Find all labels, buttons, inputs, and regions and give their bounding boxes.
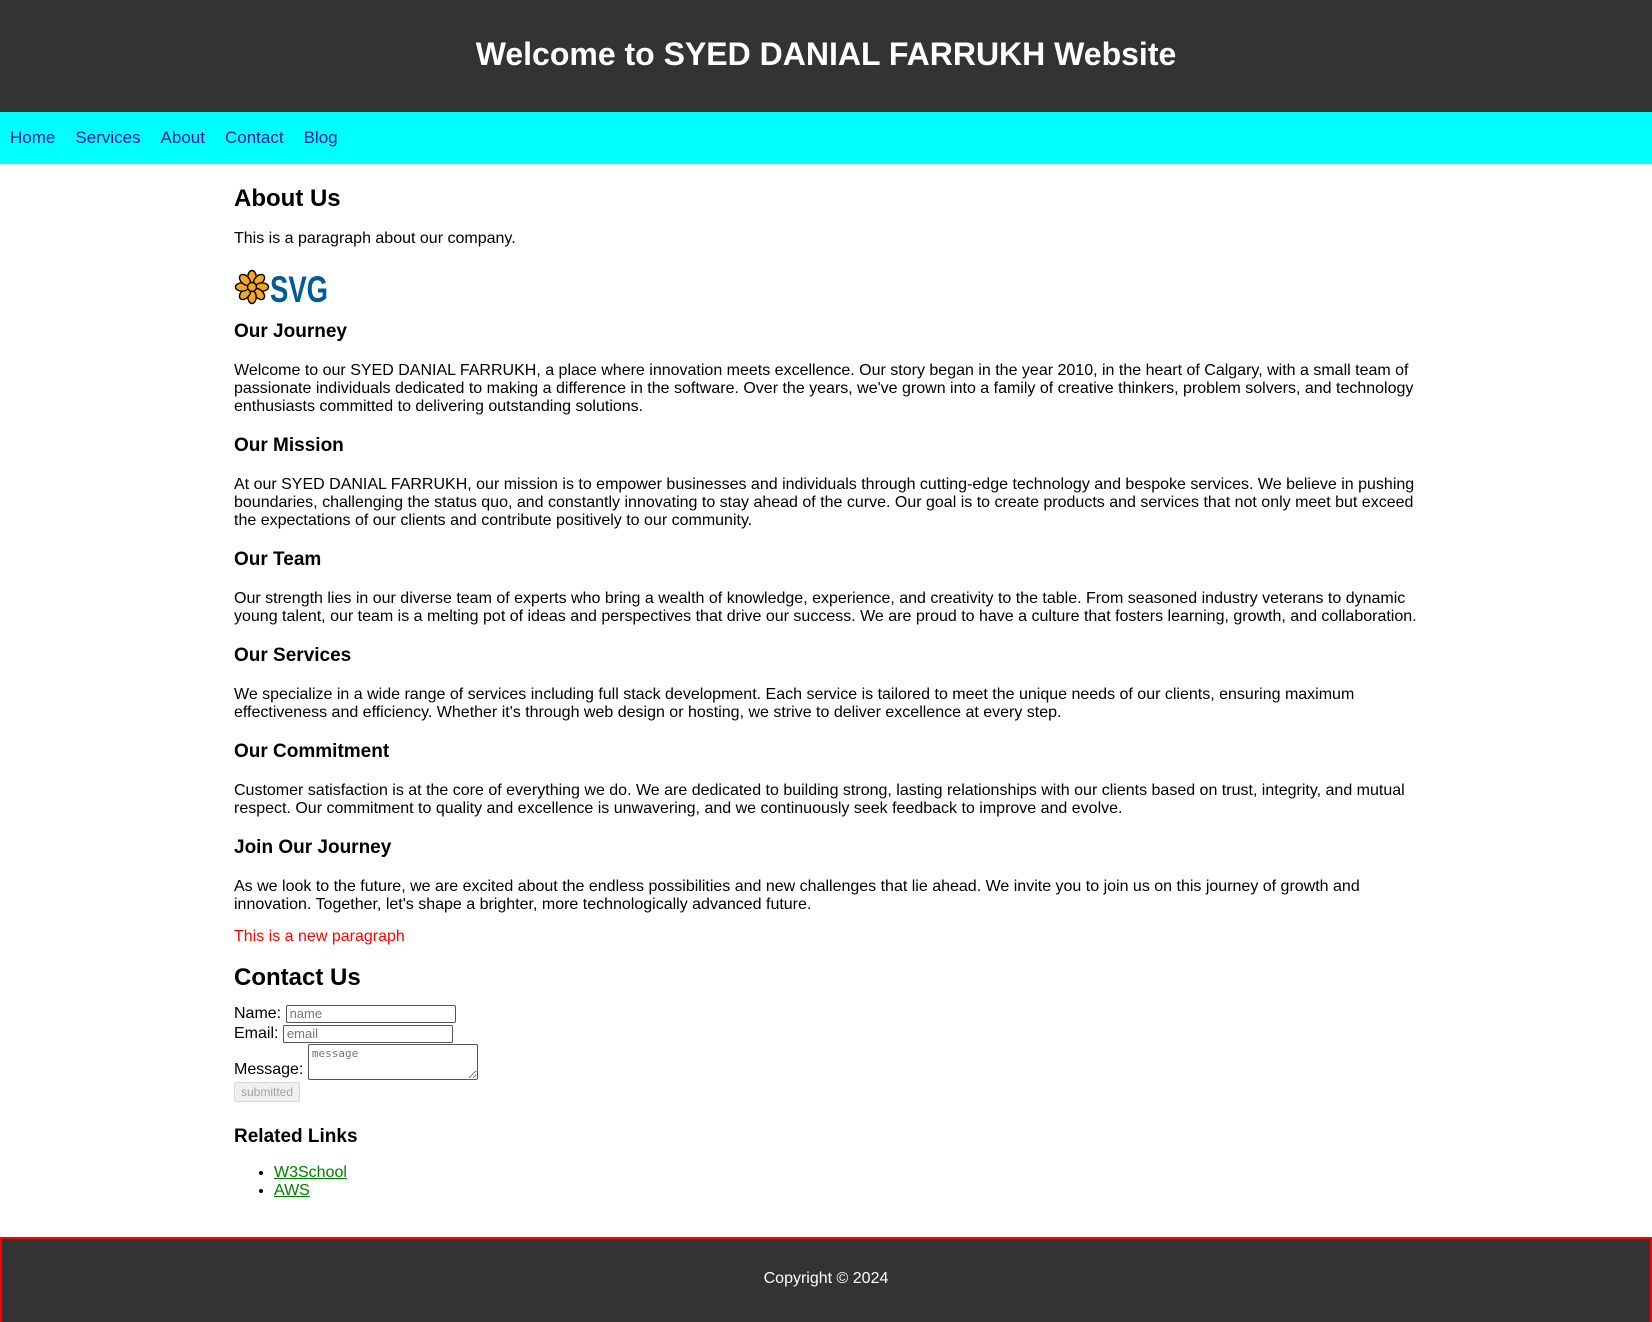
section-our-mission: Our Mission At our SYED DANIAL FARRUKH, … (234, 435, 1432, 530)
related-links-heading: Related Links (234, 1126, 358, 1147)
email-label: Email: (234, 1025, 279, 1042)
site-footer: Copyright © 2024 (0, 1237, 1652, 1322)
list-item: AWS (274, 1182, 1432, 1200)
email-input[interactable] (282, 1024, 453, 1043)
nav-blog-link[interactable]: Blog (304, 128, 338, 148)
navbar: Home Services About Contact Blog (0, 112, 1652, 164)
section-text: At our SYED DANIAL FARRUKH, our mission … (234, 476, 1415, 529)
section-join-our-journey: Join Our Journey As we look to the futur… (234, 837, 1432, 914)
submit-button[interactable]: submitted (234, 1082, 301, 1102)
svg-logo-image: SVG (234, 269, 328, 307)
contact-heading: Contact Us (234, 964, 361, 991)
section-text: Our strength lies in our diverse team of… (234, 590, 1417, 625)
message-textarea[interactable] (307, 1044, 478, 1080)
message-row: Message: (234, 1044, 1432, 1080)
aws-link[interactable]: AWS (274, 1182, 310, 1199)
section-our-journey: Our Journey Welcome to our SYED DANIAL F… (234, 321, 1432, 416)
main-content: About Us This is a paragraph about our c… (0, 164, 1652, 1200)
section-text: As we look to the future, we are excited… (234, 878, 1360, 913)
contact-form: Name: Email: Message: submitted (234, 1004, 1432, 1102)
section-heading: Join Our Journey (234, 837, 392, 858)
section-heading: Our Journey (234, 321, 347, 342)
name-row: Name: (234, 1004, 1432, 1024)
w3school-link[interactable]: W3School (274, 1164, 347, 1181)
svg-logo-text: SVG (270, 269, 328, 307)
section-text: We specialize in a wide range of service… (234, 686, 1355, 721)
about-heading: About Us (234, 185, 341, 212)
nav-home-link[interactable]: Home (10, 128, 55, 148)
nav-services-link[interactable]: Services (75, 128, 140, 148)
site-header: Welcome to SYED DANIAL FARRUKH Website (0, 0, 1652, 112)
section-heading: Our Mission (234, 435, 344, 456)
page-title: Welcome to SYED DANIAL FARRUKH Website (475, 35, 1177, 72)
section-heading: Our Services (234, 645, 352, 666)
section-text: Welcome to our SYED DANIAL FARRUKH, a pl… (234, 362, 1414, 415)
section-heading: Our Commitment (234, 741, 390, 762)
list-item: W3School (274, 1164, 1432, 1182)
email-row: Email: (234, 1024, 1432, 1044)
nav-about-link[interactable]: About (161, 128, 205, 148)
nav-contact-link[interactable]: Contact (225, 128, 284, 148)
name-label: Name: (234, 1005, 282, 1022)
message-label: Message: (234, 1061, 304, 1078)
related-links-list: W3School AWS (234, 1164, 1432, 1200)
name-input[interactable] (285, 1004, 456, 1023)
section-text: Customer satisfaction is at the core of … (234, 782, 1405, 817)
section-heading: Our Team (234, 549, 322, 570)
copyright-text: Copyright © 2024 (763, 1269, 889, 1287)
section-our-commitment: Our Commitment Customer satisfaction is … (234, 741, 1432, 818)
section-our-services: Our Services We specialize in a wide ran… (234, 645, 1432, 722)
new-paragraph: This is a new paragraph (234, 928, 405, 945)
about-intro: This is a paragraph about our company. (234, 230, 516, 247)
flower-icon (234, 269, 270, 305)
section-our-team: Our Team Our strength lies in our divers… (234, 549, 1432, 626)
